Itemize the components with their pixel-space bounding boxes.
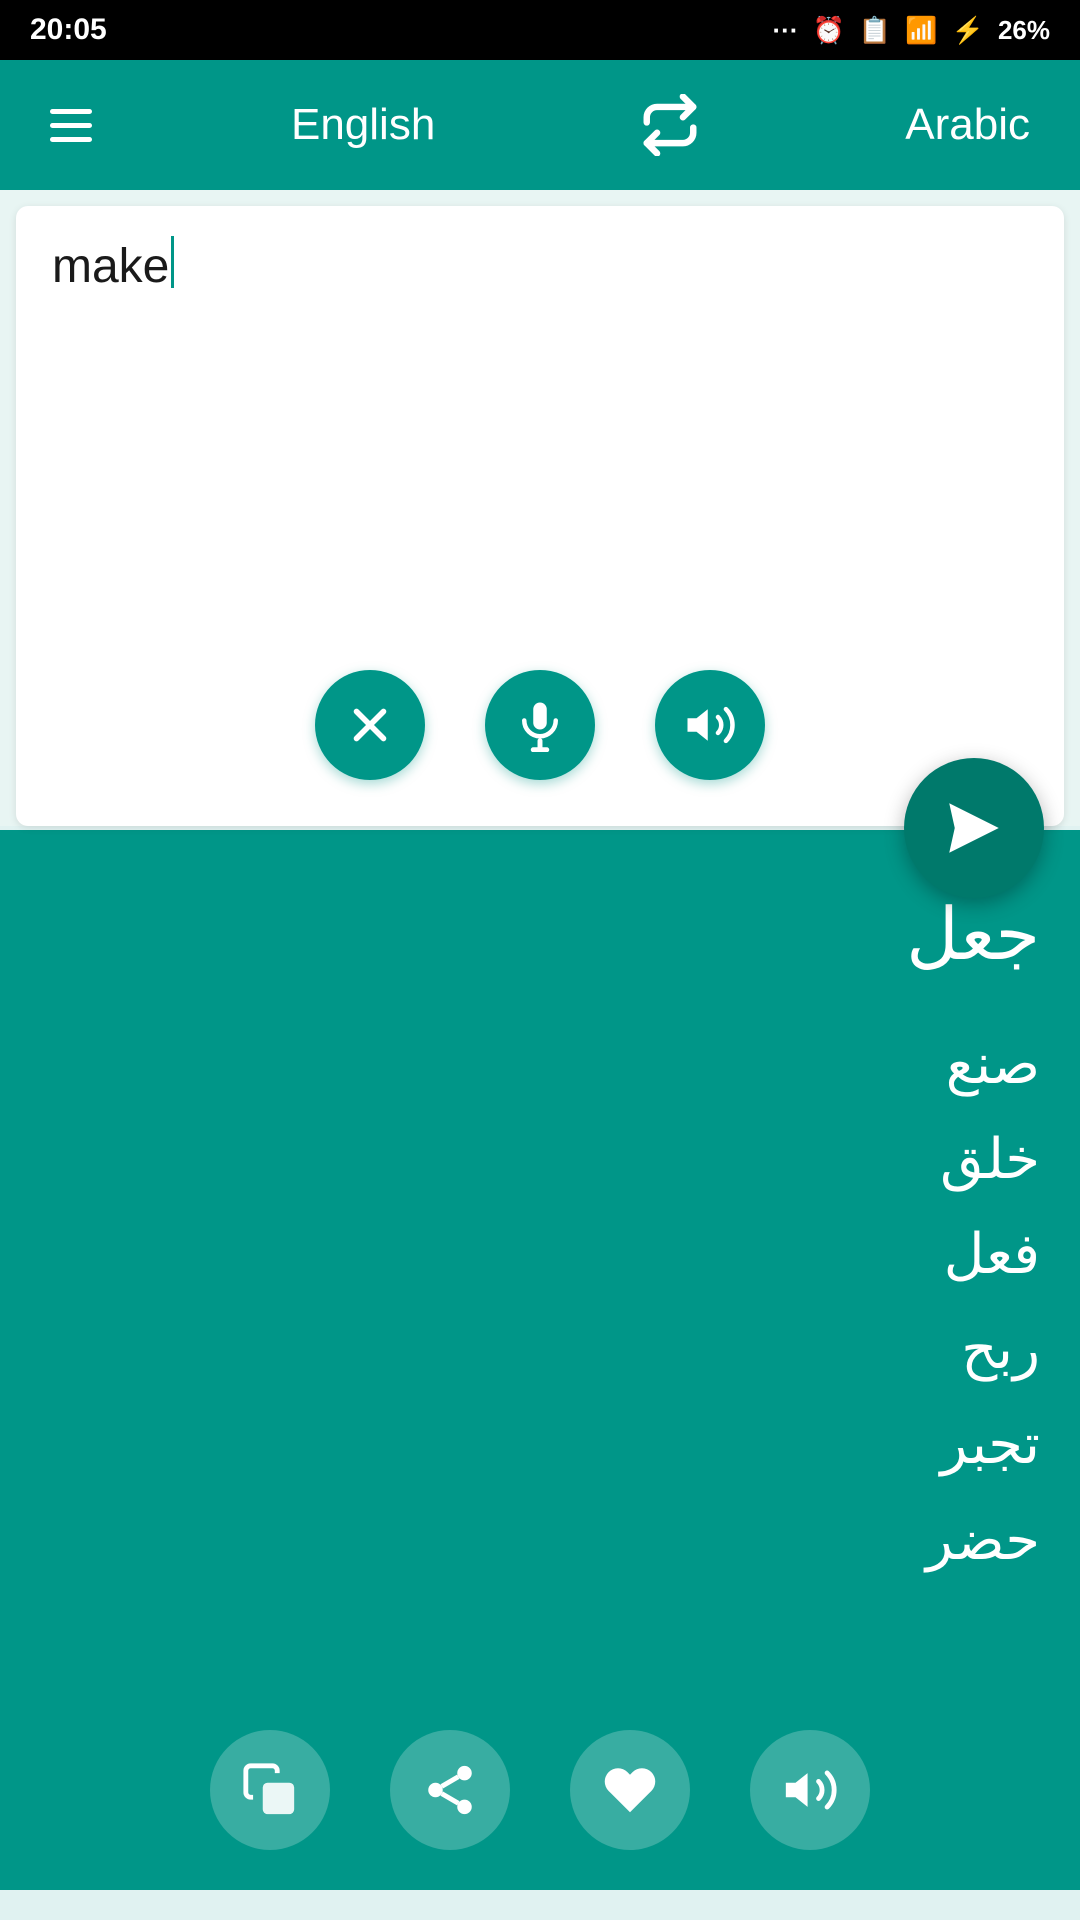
volume-icon (683, 698, 737, 752)
status-bar: 20:05 ··· ⏰ 📋 📶 ⚡ 26% (0, 0, 1080, 60)
microphone-button[interactable] (485, 670, 595, 780)
bolt-icon: ⚡ (952, 15, 984, 46)
copy-button[interactable] (210, 1730, 330, 1850)
alt-5: تجبر (40, 1396, 1040, 1491)
volume-output-icon (781, 1761, 839, 1819)
alt-4: ربح (40, 1301, 1040, 1396)
target-language[interactable]: Arabic (905, 100, 1030, 150)
sim-icon: 📋 (859, 15, 891, 46)
alt-2: خلق (40, 1111, 1040, 1206)
text-cursor (171, 236, 174, 288)
send-icon (941, 795, 1007, 861)
heart-icon (601, 1761, 659, 1819)
alt-6: حضر (40, 1492, 1040, 1587)
translate-button[interactable] (904, 758, 1044, 898)
copy-icon (241, 1761, 299, 1819)
input-value: make (52, 236, 169, 298)
alternate-translations: صنع خلق فعل ربح تجبر حضر (40, 1016, 1040, 1587)
swap-languages-button[interactable] (634, 89, 706, 161)
input-card: make (16, 206, 1064, 826)
main-translation: جعل (40, 880, 1040, 992)
alt-3: فعل (40, 1206, 1040, 1301)
speak-input-button[interactable] (655, 670, 765, 780)
alarm-icon: ⏰ (812, 15, 844, 46)
toolbar: English Arabic (0, 60, 1080, 190)
microphone-icon (513, 698, 567, 752)
input-action-buttons (52, 640, 1028, 790)
input-text-display[interactable]: make (52, 236, 1028, 640)
input-section: make (0, 190, 1080, 826)
clear-button[interactable] (315, 670, 425, 780)
output-action-buttons (40, 1690, 1040, 1850)
menu-button[interactable] (50, 109, 92, 142)
output-section: جعل صنع خلق فعل ربح تجبر حضر (0, 830, 1080, 1890)
alt-1: صنع (40, 1016, 1040, 1111)
swap-icon (639, 94, 701, 156)
speak-output-button[interactable] (750, 1730, 870, 1850)
status-icons: ··· ⏰ 📋 📶 ⚡ 26% (772, 15, 1050, 46)
battery-label: 26% (998, 15, 1050, 46)
signal-icon: 📶 (905, 15, 937, 46)
share-button[interactable] (390, 1730, 510, 1850)
output-text-area: جعل صنع خلق فعل ربح تجبر حضر (40, 880, 1040, 1690)
close-icon (343, 698, 397, 752)
share-icon (421, 1761, 479, 1819)
dots-icon: ··· (772, 15, 798, 46)
favorite-button[interactable] (570, 1730, 690, 1850)
source-language[interactable]: English (291, 100, 435, 150)
status-time: 20:05 (30, 13, 107, 47)
